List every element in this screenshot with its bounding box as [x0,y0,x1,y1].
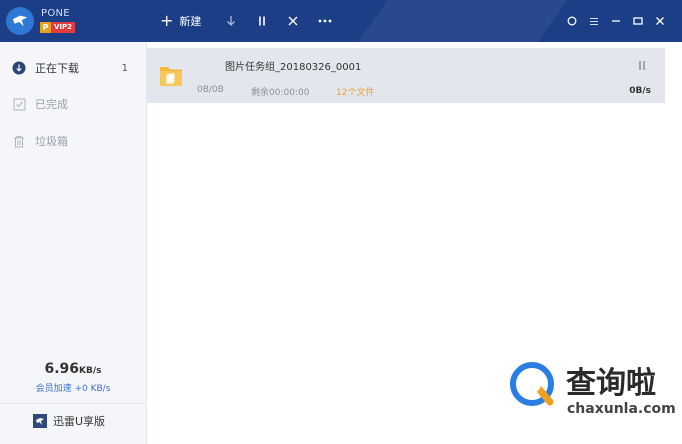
more-dots-icon [318,19,332,23]
start-download-button[interactable] [226,11,236,31]
task-speed: 0B/s [629,86,651,96]
title-bar-decoration [338,0,582,42]
sidebar-item-trash[interactable]: 垃圾箱 [0,123,146,159]
title-bar: PONE P VIP2 + 新建 [0,0,682,42]
download-circle-icon [12,61,26,75]
task-file-count[interactable]: 12个文件 [336,85,374,98]
watermark-logo-icon [508,360,558,410]
download-count: 1 [121,62,128,74]
username[interactable]: PONE [41,8,70,19]
vip-badge[interactable]: P VIP2 [40,22,76,33]
thunder-logo-icon[interactable] [6,7,34,35]
close-icon [656,17,664,25]
folder-icon [159,62,183,88]
speed-value: 6.96 [44,361,80,377]
task-pause-button[interactable] [637,59,647,71]
check-square-icon [12,97,26,111]
sidebar-item-label: 已完成 [35,98,68,111]
maximize-icon [633,17,643,25]
task-size: 0B/0B [197,85,224,95]
task-row[interactable]: 图片任务组_20180326_0001 0B/0B 剩余00:00:00 12个… [147,48,665,103]
close-window-button[interactable] [651,12,669,30]
minimize-icon [612,20,620,22]
watermark-url: chaxunla.com [567,401,676,417]
sidebar-item-completed[interactable]: 已完成 [0,86,146,122]
download-arrow-icon [227,16,235,26]
pause-icon [259,16,265,26]
speed-unit: KB/s [79,366,102,376]
new-task-button[interactable]: + 新建 [160,11,201,31]
new-task-label: 新建 [179,15,202,28]
speed-panel: 6.96KB/s 会员加速 +0 KB/s [0,358,146,394]
watermark-text: 查询啦 [566,366,656,401]
sidebar-divider [0,403,146,404]
menu-button[interactable] [585,12,603,30]
task-name: 图片任务组_20180326_0001 [225,62,362,73]
u-learn-label: 迅雷U享版 [53,415,106,428]
more-button[interactable] [318,11,332,31]
menu-icon [590,17,598,25]
skin-button[interactable] [563,12,581,30]
vip-level: VIP2 [51,22,76,33]
plus-icon: + [160,11,174,30]
sidebar-item-downloading[interactable]: 正在下载 1 [0,50,146,86]
sidebar: 正在下载 1 已完成 垃圾箱 6.96KB/s 会员加速 +0 KB/s 迅雷U… [0,42,147,444]
task-remaining-time: 剩余00:00:00 [251,88,310,98]
vip-speed-label[interactable]: 会员加速 +0 KB/s [0,381,146,394]
thunder-u-icon [33,414,47,428]
close-icon [288,16,298,26]
pause-icon [639,60,645,70]
sidebar-item-label: 正在下载 [35,62,79,75]
sidebar-item-label: 垃圾箱 [35,135,68,148]
u-learn-button[interactable]: 迅雷U享版 [33,413,105,429]
vip-badge-prefix: P [40,22,51,33]
delete-button[interactable] [288,11,298,31]
pause-button[interactable] [257,11,267,31]
circle-icon [567,16,577,26]
trash-icon [12,134,26,148]
maximize-button[interactable] [629,12,647,30]
minimize-button[interactable] [607,12,625,30]
